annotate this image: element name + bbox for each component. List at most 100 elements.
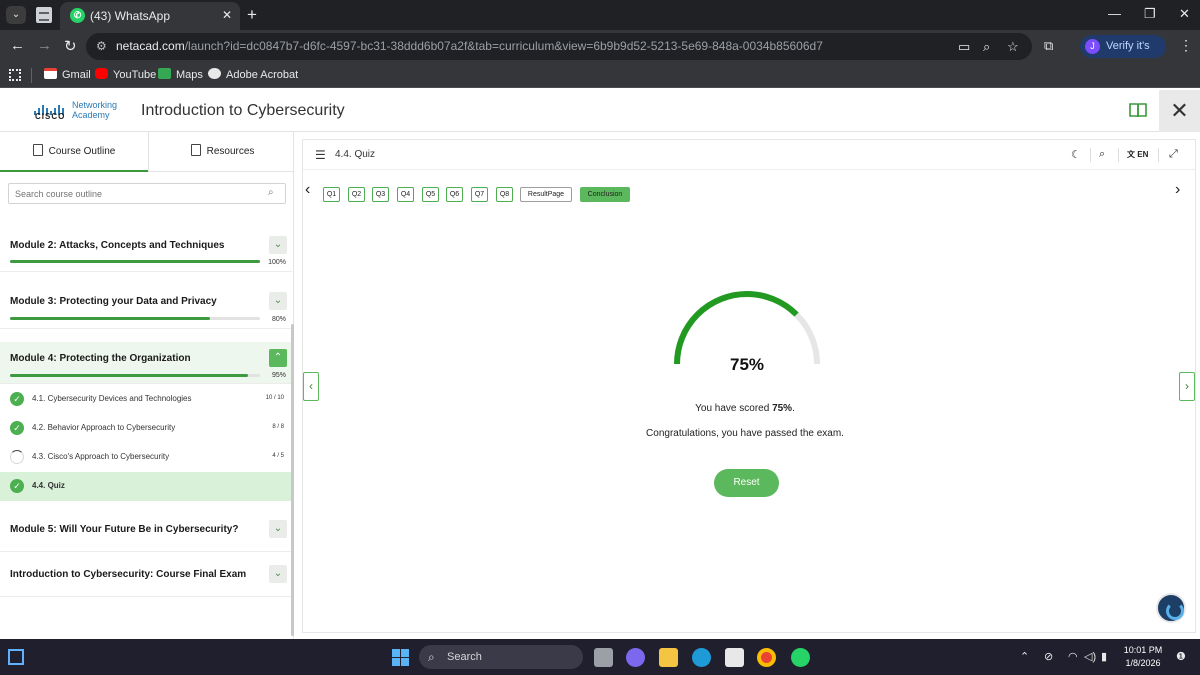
task-view-icon[interactable]: [594, 648, 613, 667]
bookmark-gmail[interactable]: Gmail: [44, 68, 91, 81]
pass-message: Congratulations, you have passed the exa…: [646, 428, 844, 439]
browser-menu-icon[interactable]: ⋮: [1179, 37, 1193, 54]
glossary-book-button[interactable]: [1118, 90, 1158, 132]
search-icon[interactable]: ⌕: [1099, 148, 1105, 161]
question-button-q1[interactable]: Q1: [323, 187, 340, 202]
lesson-4-1[interactable]: ✓ 4.1. Cybersecurity Devices and Technol…: [0, 385, 292, 414]
windows-start-icon[interactable]: [392, 649, 409, 666]
bookmark-star-icon[interactable]: ☆: [1007, 39, 1019, 55]
store-icon[interactable]: [725, 648, 744, 667]
site-info-icon[interactable]: ⚙: [96, 39, 107, 53]
tab-search-chevron-icon[interactable]: ⌄: [6, 6, 26, 24]
fullscreen-icon[interactable]: ⤢: [1169, 148, 1178, 161]
prev-question-arrow-icon[interactable]: ‹: [305, 181, 310, 199]
question-button-q8[interactable]: Q8: [496, 187, 513, 202]
forward-icon[interactable]: →: [37, 37, 52, 54]
collapse-menu-icon[interactable]: ☰: [315, 148, 326, 162]
module-2[interactable]: Module 2: Attacks, Concepts and Techniqu…: [0, 222, 292, 272]
url-text[interactable]: netacad.com/launch?id=dc0847b7-d6fc-4597…: [116, 39, 823, 53]
address-bar[interactable]: ⚙ netacad.com/launch?id=dc0847b7-d6fc-45…: [86, 33, 1032, 60]
question-button-q4[interactable]: Q4: [397, 187, 414, 202]
chevron-down-icon[interactable]: ⌄: [269, 236, 287, 254]
browser-tab-whatsapp[interactable]: ✆ (43) WhatsApp ✕: [60, 2, 240, 30]
lesson-title: 4.2. Behavior Approach to Cybersecurity: [32, 423, 176, 432]
result-page-button[interactable]: ResultPage: [520, 187, 572, 202]
back-icon[interactable]: ←: [10, 37, 25, 54]
file-explorer-icon[interactable]: [659, 648, 678, 667]
sidebar-scrollbar[interactable]: [291, 324, 294, 636]
system-clock[interactable]: 10:01 PM 1/8/2026: [1118, 644, 1168, 670]
meet-icon[interactable]: [626, 648, 645, 667]
bookmark-maps[interactable]: Maps: [158, 68, 203, 81]
module-4[interactable]: Module 4: Protecting the Organization ⌃ …: [0, 342, 292, 384]
search-course-outline-input[interactable]: [8, 183, 286, 204]
reload-icon[interactable]: ↻: [64, 37, 77, 55]
dark-mode-moon-icon[interactable]: ☾: [1071, 148, 1081, 161]
minimize-icon[interactable]: —: [1108, 6, 1121, 21]
module-title: Module 2: Attacks, Concepts and Techniqu…: [10, 240, 225, 251]
next-page-button[interactable]: ›: [1179, 372, 1195, 401]
notification-center-icon[interactable]: ❶: [1176, 650, 1186, 663]
close-course-button[interactable]: ✕: [1159, 90, 1200, 132]
search-icon[interactable]: ⌕: [268, 187, 274, 198]
module-progress-label: 95%: [271, 372, 286, 379]
window-close-icon[interactable]: ✕: [1179, 6, 1190, 22]
show-hidden-icons-icon[interactable]: ⌃: [1020, 650, 1029, 663]
apps-grid-icon[interactable]: [9, 69, 21, 81]
pinned-tab-icon[interactable]: [36, 7, 52, 23]
reset-button[interactable]: Reset: [714, 469, 779, 497]
close-tab-icon[interactable]: ✕: [222, 8, 232, 22]
question-button-q6[interactable]: Q6: [446, 187, 463, 202]
translate-icon: 文: [1127, 150, 1138, 159]
chrome-icon[interactable]: [757, 648, 776, 667]
support-chat-icon[interactable]: [1156, 593, 1186, 623]
module-3[interactable]: Module 3: Protecting your Data and Priva…: [0, 279, 292, 329]
zoom-icon[interactable]: ⌕: [983, 39, 990, 55]
taskbar-search-box[interactable]: ⌕ Search: [419, 645, 583, 669]
tab-resources[interactable]: Resources: [148, 132, 296, 172]
new-tab-icon[interactable]: +: [247, 5, 257, 25]
question-button-q5[interactable]: Q5: [422, 187, 439, 202]
lesson-4-3[interactable]: 4.3. Cisco's Approach to Cybersecurity 4…: [0, 443, 292, 472]
chevron-up-icon[interactable]: ⌃: [269, 349, 287, 367]
chevron-down-icon[interactable]: ⌄: [269, 520, 287, 538]
lesson-4-4-quiz[interactable]: ✓ 4.4. Quiz: [0, 472, 292, 501]
question-button-q7[interactable]: Q7: [471, 187, 488, 202]
volume-icon[interactable]: ◁): [1084, 650, 1096, 663]
check-circle-icon: ✓: [10, 421, 24, 435]
gauge-track: [674, 291, 820, 365]
chevron-down-icon[interactable]: ⌄: [269, 565, 287, 583]
wifi-icon[interactable]: ◠: [1068, 650, 1078, 663]
extensions-icon[interactable]: ⧉: [1044, 38, 1053, 54]
language-selector[interactable]: 文 EN: [1127, 149, 1148, 160]
cisco-networking-academy-logo[interactable]: CISCO Networking Academy: [34, 99, 120, 125]
lesson-4-2[interactable]: ✓ 4.2. Behavior Approach to Cybersecurit…: [0, 414, 292, 443]
edge-icon[interactable]: [692, 648, 711, 667]
bookmarks-bar: Gmail YouTube Maps Adobe Acrobat: [0, 63, 1200, 88]
networking-academy-text: Networking Academy: [72, 100, 118, 120]
gauge-fill: [674, 291, 820, 365]
conclusion-button[interactable]: Conclusion: [580, 187, 630, 202]
cast-icon[interactable]: ▭: [958, 39, 970, 55]
next-question-arrow-icon[interactable]: ›: [1175, 181, 1180, 199]
module-5[interactable]: Module 5: Will Your Future Be in Cyberse…: [0, 507, 292, 552]
bookmark-youtube[interactable]: YouTube: [95, 68, 156, 81]
profile-verify-button[interactable]: J Verify it's you: [1080, 35, 1166, 75]
tab-course-outline[interactable]: Course Outline: [0, 132, 148, 172]
bookmark-adobe-acrobat[interactable]: Adobe Acrobat: [208, 68, 298, 81]
question-button-q2[interactable]: Q2: [348, 187, 365, 202]
widgets-icon[interactable]: [8, 649, 24, 665]
battery-icon[interactable]: ▮: [1101, 650, 1107, 663]
check-circle-icon: ✓: [10, 479, 24, 493]
question-button-q3[interactable]: Q3: [372, 187, 389, 202]
notifications-off-icon[interactable]: ⊘: [1044, 650, 1053, 663]
whatsapp-taskbar-icon[interactable]: [791, 648, 810, 667]
course-final-exam[interactable]: Introduction to Cybersecurity: Course Fi…: [0, 552, 292, 597]
chevron-down-icon[interactable]: ⌄: [269, 292, 287, 310]
restore-icon[interactable]: ❐: [1144, 6, 1156, 22]
clock-time: 10:01 PM: [1123, 645, 1163, 655]
gmail-icon: [44, 68, 57, 79]
whatsapp-icon: ✆: [70, 8, 85, 23]
previous-page-button[interactable]: ‹: [303, 372, 319, 401]
module-title: Module 3: Protecting your Data and Priva…: [10, 296, 217, 307]
